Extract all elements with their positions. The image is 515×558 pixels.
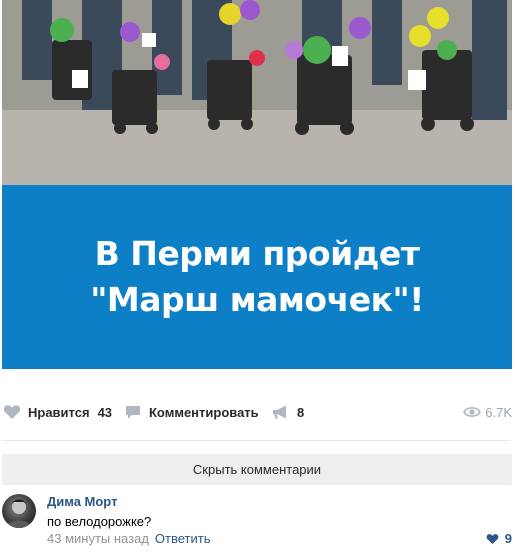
comment-like-button[interactable]: 9 xyxy=(486,531,512,546)
post-banner: В Перми пройдет "Марш мамочек"! xyxy=(2,185,512,369)
eye-icon xyxy=(463,407,482,417)
avatar-image xyxy=(6,499,32,528)
megaphone-icon xyxy=(273,405,286,419)
comment-label: Комментировать xyxy=(149,404,259,420)
banner-title-line-1: В Перми пройдет xyxy=(94,234,420,273)
comment-text: по велодорожке? xyxy=(47,514,152,529)
comment-item: Дима Морт по велодорожке? 43 минуты наза… xyxy=(0,494,515,554)
hide-comments-label: Скрыть комментарии xyxy=(192,462,322,477)
like-label: Нравится xyxy=(28,404,90,420)
views-counter: 6.7K xyxy=(463,398,512,426)
avatar[interactable] xyxy=(2,494,36,528)
comment-like-count: 9 xyxy=(504,531,512,546)
comment-meta: 43 минуты назад Ответить xyxy=(47,531,210,546)
comment-time[interactable]: 43 минуты назад xyxy=(47,531,149,546)
heart-icon xyxy=(486,533,499,544)
crowd-photo-illustration xyxy=(2,0,512,185)
like-count: 43 xyxy=(97,404,113,420)
share-count: 8 xyxy=(297,404,305,420)
hide-comments-button[interactable]: Скрыть комментарии xyxy=(2,454,512,485)
like-button[interactable]: Нравится 43 xyxy=(3,398,112,426)
comment-author[interactable]: Дима Морт xyxy=(47,494,117,509)
post-actions: Нравится 43 Комментировать 8 6.7K xyxy=(0,398,515,426)
comment-button[interactable]: Комментировать xyxy=(124,398,259,426)
views-count: 6.7K xyxy=(485,404,512,420)
share-button[interactable]: 8 xyxy=(272,398,304,426)
heart-icon xyxy=(3,405,21,419)
banner-title-line-2: "Марш мамочек"! xyxy=(90,280,424,319)
post-photo xyxy=(2,0,512,185)
divider xyxy=(2,440,510,441)
post-image[interactable]: В Перми пройдет "Марш мамочек"! xyxy=(2,0,512,369)
comment-icon xyxy=(126,406,140,419)
reply-link[interactable]: Ответить xyxy=(155,531,211,546)
